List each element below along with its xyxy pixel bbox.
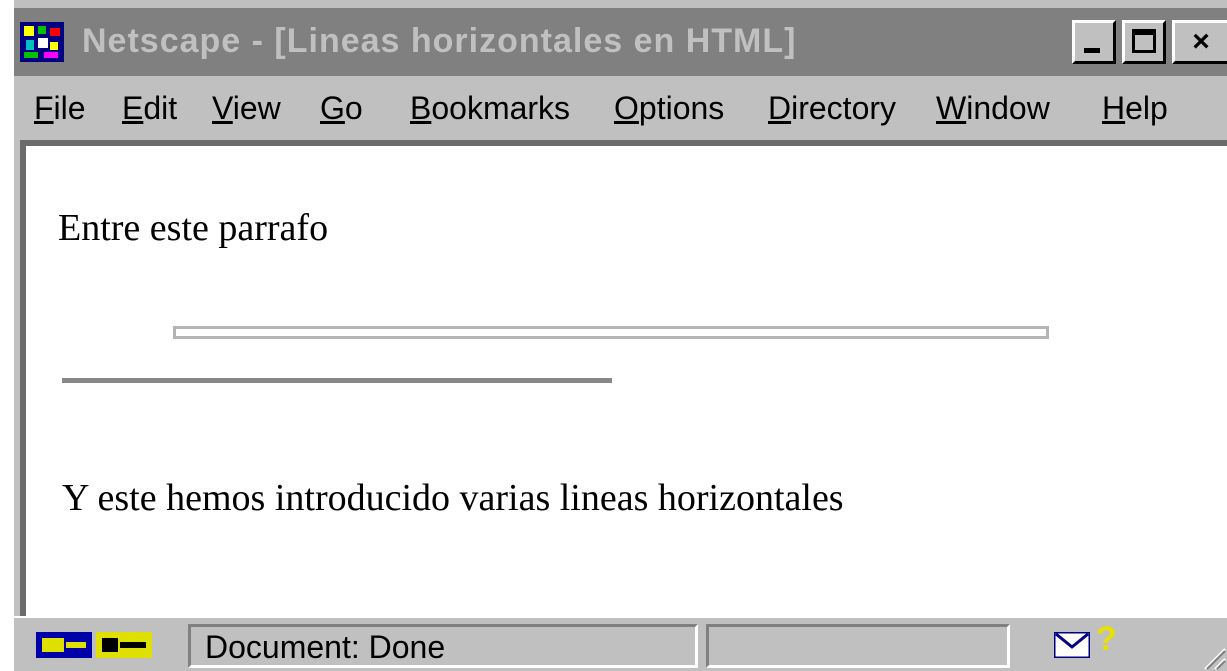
horizontal-rule-solid: [62, 378, 612, 383]
close-icon: ×: [1192, 25, 1210, 58]
menu-go[interactable]: Go: [320, 90, 363, 127]
menu-bookmarks-label: ookmarks: [431, 90, 571, 126]
menu-go-accel: G: [320, 90, 345, 126]
menu-edit-label: dit: [143, 90, 178, 126]
maximize-button[interactable]: [1122, 20, 1166, 64]
paragraph-top: Entre este parrafo: [58, 207, 329, 249]
menu-file-label: ile: [53, 90, 86, 126]
menu-window-label: indow: [966, 90, 1050, 126]
menu-directory[interactable]: Directory: [768, 90, 896, 127]
netscape-logo-icon[interactable]: [20, 22, 64, 62]
menu-file[interactable]: File: [34, 90, 86, 127]
menu-window-accel: W: [936, 90, 967, 126]
mail-icon[interactable]: [1054, 632, 1090, 658]
paragraph-bottom: Y este hemos introducido varias lineas h…: [62, 477, 844, 519]
help-icon[interactable]: ?: [1096, 620, 1117, 659]
menu-view-accel: V: [212, 90, 233, 126]
menu-help-accel: H: [1102, 90, 1126, 126]
menu-options-label: ptions: [638, 90, 725, 126]
window-title: Netscape - [Lineas horizontales en HTML]: [82, 22, 797, 60]
status-text: Document: Done: [205, 629, 446, 665]
menu-help[interactable]: Help: [1102, 90, 1168, 127]
close-button[interactable]: ×: [1172, 20, 1227, 64]
progress-panel: [706, 624, 1010, 668]
security-key-icon[interactable]: [36, 630, 154, 660]
menu-view[interactable]: View: [212, 90, 281, 127]
maximize-icon: [1132, 29, 1156, 53]
menu-options-accel: O: [614, 90, 639, 126]
menu-bookmarks-accel: B: [410, 90, 432, 126]
page-content[interactable]: Entre este parrafo Y este hemos introduc…: [20, 140, 1227, 616]
horizontal-rule-outlined: [173, 326, 1049, 339]
menu-file-accel: F: [34, 90, 54, 126]
menu-bookmarks[interactable]: Bookmarks: [410, 90, 570, 127]
status-bar: Document: Done ?: [14, 616, 1227, 671]
resize-grip-icon[interactable]: [1201, 645, 1227, 671]
menu-directory-accel: D: [768, 90, 792, 126]
menu-bar: File Edit View Go Bookmarks Options Dire…: [14, 76, 1227, 140]
menu-go-label: o: [344, 90, 363, 126]
browser-window: Netscape - [Lineas horizontales en HTML]…: [14, 0, 1227, 671]
menu-edit[interactable]: Edit: [122, 90, 177, 127]
minimize-icon: [1084, 48, 1100, 53]
title-bar[interactable]: Netscape - [Lineas horizontales en HTML]…: [14, 8, 1227, 76]
menu-help-label: elp: [1125, 90, 1168, 126]
menu-window[interactable]: Window: [936, 90, 1050, 127]
menu-directory-label: irectory: [791, 90, 897, 126]
menu-edit-accel: E: [122, 90, 144, 126]
menu-options[interactable]: Options: [614, 90, 724, 127]
minimize-button[interactable]: [1072, 20, 1116, 64]
menu-view-label: iew: [232, 90, 281, 126]
status-message-panel: Document: Done: [188, 624, 698, 668]
